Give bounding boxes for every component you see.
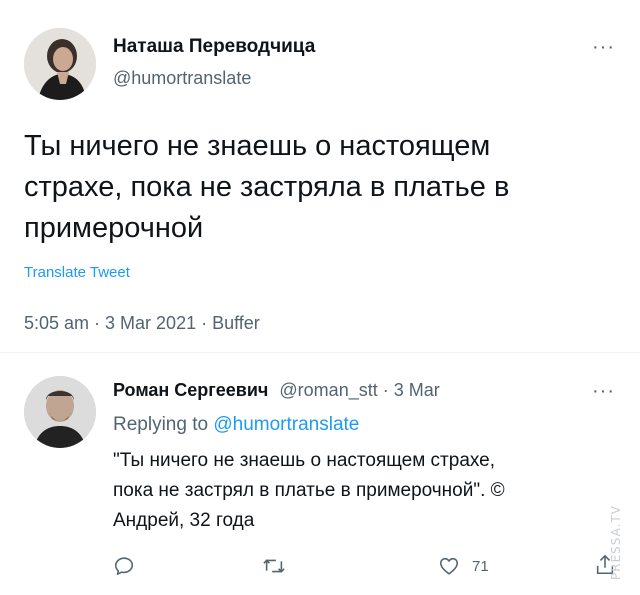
reply-text-line: пока не застрял в платье в примерочной".…: [113, 480, 505, 501]
reply-button[interactable]: [113, 555, 135, 577]
like-button[interactable]: 71: [438, 555, 489, 577]
more-options-icon[interactable]: ···: [592, 36, 615, 59]
replying-to-line: Replying to @humortranslate: [113, 414, 359, 436]
tweet-text-line: страхе, пока не застряла в платье в: [24, 171, 510, 203]
author-avatar-image: [24, 28, 96, 100]
like-count: 71: [472, 557, 489, 575]
reply-text-line: "Ты ничего не знаешь о настоящем страхе,: [113, 450, 496, 471]
reply-more-options-icon[interactable]: ···: [592, 380, 615, 403]
replying-to-label: Replying to: [113, 414, 209, 435]
divider: [0, 352, 640, 353]
watermark: PRESSA.TV: [609, 505, 623, 580]
reply-icon: [114, 557, 134, 576]
reply-author-avatar[interactable]: [24, 376, 96, 448]
reply-header: Роман Сергеевич @roman_stt · 3 Mar: [113, 380, 440, 401]
author-avatar[interactable]: [24, 28, 96, 100]
heart-icon: [439, 557, 459, 575]
tweet-text-line: примерочной: [24, 212, 204, 244]
author-handle[interactable]: @humortranslate: [113, 68, 251, 89]
replying-to-handle-link[interactable]: @humortranslate: [213, 414, 359, 435]
tweet-timestamp[interactable]: 5:05 am · 3 Mar 2021 · Buffer: [24, 313, 260, 334]
tweet-text-line: Ты ничего не знаешь о настоящем: [24, 130, 491, 162]
translate-tweet-link[interactable]: Translate Tweet: [24, 264, 130, 281]
reply-text-line: Андрей, 32 года: [113, 510, 255, 531]
author-display-name[interactable]: Наташа Переводчица: [113, 36, 315, 58]
tweet-text: Ты ничего не знаешь о настоящем страхе, …: [24, 126, 509, 249]
retweet-button[interactable]: [262, 555, 286, 577]
reply-author-handle-date[interactable]: @roman_stt · 3 Mar: [279, 380, 439, 400]
reply-text: "Ты ничего не знаешь о настоящем страхе,…: [113, 446, 505, 536]
reply-author-display-name[interactable]: Роман Сергеевич: [113, 380, 268, 400]
reply-avatar-image: [24, 376, 96, 448]
retweet-icon: [263, 559, 285, 573]
